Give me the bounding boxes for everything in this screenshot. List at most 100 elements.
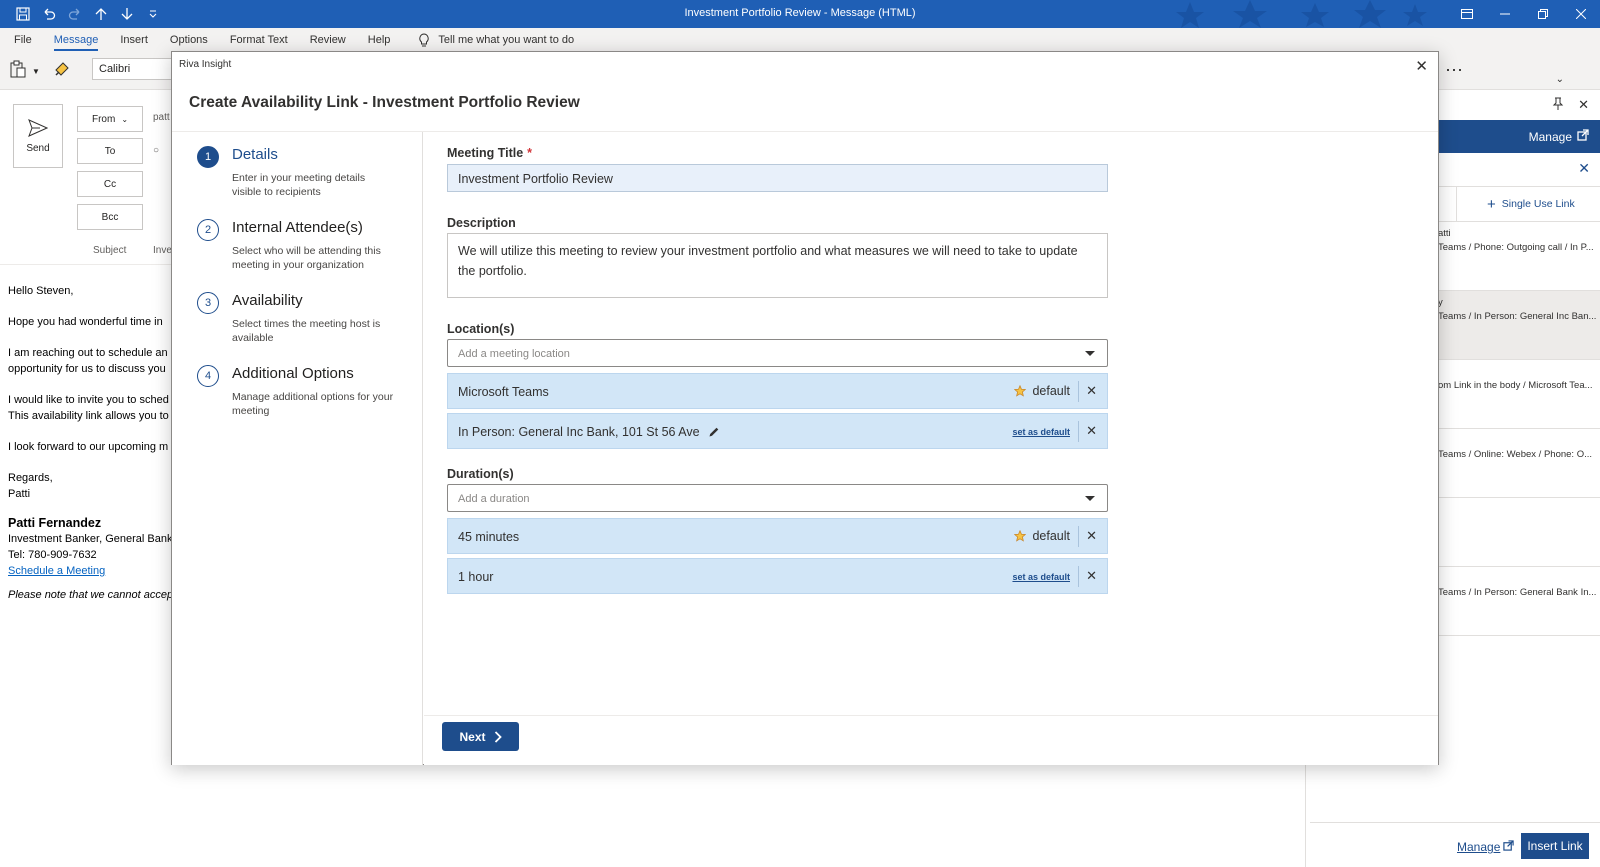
pane-manage-label: Manage — [1528, 129, 1572, 144]
send-button[interactable]: Send — [13, 104, 63, 168]
minimize-icon[interactable] — [1486, 0, 1524, 28]
step-description: Select who will be attending this meetin… — [232, 245, 381, 271]
wizard-steps: 1 Details Enter in your meeting details … — [172, 132, 423, 765]
remove-location-icon[interactable]: ✕ — [1086, 383, 1097, 399]
body-greeting: Hello Steven, — [8, 285, 74, 297]
tell-me-text: Tell me what you want to do — [438, 34, 575, 46]
chevron-down-icon — [1085, 496, 1095, 501]
required-mark: * — [527, 146, 533, 160]
external-link-icon — [1577, 129, 1589, 144]
close-window-icon[interactable] — [1562, 0, 1600, 28]
step-title: Availability — [232, 292, 303, 309]
chevron-right-icon — [494, 730, 502, 743]
location-entry: In Person: General Inc Bank, 101 St 56 A… — [458, 425, 720, 439]
tab-options[interactable]: Options — [170, 28, 208, 52]
body-closing: Regards, — [8, 472, 53, 484]
description-label: Description — [447, 216, 516, 230]
step-description: Manage additional options for your meeti… — [232, 391, 394, 417]
duration-name: 45 minutes — [458, 530, 520, 544]
duration-placeholder: Add a duration — [458, 493, 530, 505]
meeting-title-input[interactable]: Investment Portfolio Review — [447, 164, 1108, 192]
tab-help[interactable]: Help — [368, 28, 391, 52]
header-divider — [0, 264, 172, 265]
signature-name: Patti Fernandez — [8, 516, 102, 530]
pin-icon[interactable] — [1552, 97, 1564, 114]
clear-icon[interactable]: ✕ — [1578, 160, 1590, 177]
tab-format-text[interactable]: Format Text — [230, 28, 288, 52]
star-icon — [1014, 385, 1027, 397]
remove-duration-icon[interactable]: ✕ — [1086, 568, 1097, 584]
description-textarea[interactable]: We will utilize this meeting to review y… — [447, 233, 1108, 298]
tab-insert[interactable]: Insert — [120, 28, 148, 52]
locations-label: Location(s) — [447, 322, 515, 336]
body-closing-name: Patti — [8, 488, 31, 500]
remove-duration-icon[interactable]: ✕ — [1086, 528, 1097, 544]
duration-chip: 45 minutes default ✕ — [447, 518, 1108, 554]
dialog-app-name: Riva Insight — [179, 59, 232, 70]
paste-icon[interactable] — [10, 60, 26, 83]
signature-phone: Tel: 780-909-7632 — [8, 549, 97, 561]
subject-label: Subject — [93, 245, 127, 256]
body-line: This availability link allows you to — [8, 410, 169, 422]
step-description: Enter in your meeting details visible to… — [232, 172, 366, 198]
step-number: 1 — [197, 146, 219, 168]
font-name-box[interactable]: Calibri — [92, 58, 172, 80]
cc-button[interactable]: Cc — [77, 171, 143, 197]
restore-icon[interactable] — [1524, 0, 1562, 28]
more-options-icon[interactable]: ⋯ — [1445, 60, 1464, 81]
tab-file[interactable]: File — [14, 28, 32, 52]
set-as-default-link[interactable]: set as default — [1012, 572, 1070, 582]
signature-title: Investment Banker, General Bank — [8, 533, 173, 545]
ribbon-display-icon[interactable] — [1448, 0, 1486, 28]
chevron-down-icon: ⌄ — [121, 114, 129, 124]
send-icon — [28, 118, 48, 137]
step-title: Additional Options — [232, 365, 354, 382]
single-use-link-button[interactable]: + Single Use Link — [1456, 187, 1600, 221]
schedule-meeting-link[interactable]: Schedule a Meeting — [8, 563, 173, 579]
tab-message[interactable]: Message — [53, 28, 98, 52]
location-dropdown[interactable]: Add a meeting location — [447, 339, 1108, 367]
location-placeholder: Add a meeting location — [458, 348, 570, 360]
pencil-icon[interactable] — [708, 426, 720, 438]
window-titlebar: Investment Portfolio Review - Message (H… — [0, 0, 1600, 28]
close-icon[interactable]: ✕ — [1415, 57, 1428, 75]
body-line: I look forward to our upcoming m — [8, 441, 169, 453]
insert-link-button[interactable]: Insert Link — [1521, 833, 1589, 859]
disclaimer-note: Please note that we cannot accep — [8, 589, 173, 601]
default-indicator: default — [1014, 529, 1070, 543]
to-button[interactable]: To — [77, 138, 143, 164]
duration-name: 1 hour — [458, 570, 494, 584]
chevron-down-icon[interactable]: ▼ — [32, 67, 40, 76]
body-line: I am reaching out to schedule an — [8, 347, 168, 359]
from-button[interactable]: From ⌄ — [77, 106, 143, 132]
window-controls — [1448, 0, 1600, 28]
single-use-link-label: Single Use Link — [1501, 198, 1575, 210]
location-chip: In Person: General Inc Bank, 101 St 56 A… — [447, 413, 1108, 449]
remove-location-icon[interactable]: ✕ — [1086, 423, 1097, 439]
duration-dropdown[interactable]: Add a duration — [447, 484, 1108, 512]
body-line: opportunity for us to discuss you — [8, 363, 166, 375]
bcc-button[interactable]: Bcc — [77, 204, 143, 230]
manage-link[interactable]: Manage — [1457, 840, 1515, 854]
duration-chip: 1 hour set as default ✕ — [447, 558, 1108, 594]
tab-review[interactable]: Review — [310, 28, 346, 52]
tell-me-search[interactable]: Tell me what you want to do — [418, 33, 574, 47]
location-name: In Person: General Inc Bank, 101 St 56 A… — [458, 425, 700, 439]
dialog-footer: Next — [424, 715, 1438, 765]
plus-icon: + — [1487, 195, 1496, 213]
titlebar-decoration — [1130, 0, 1430, 28]
default-indicator: default — [1014, 384, 1070, 398]
format-painter-icon[interactable] — [54, 61, 70, 82]
to-field-radio[interactable]: ○ — [153, 145, 159, 156]
step-number: 4 — [197, 365, 219, 387]
set-as-default-link[interactable]: set as default — [1012, 427, 1070, 437]
subject-input[interactable]: Inve — [153, 245, 172, 256]
close-pane-icon[interactable]: ✕ — [1578, 97, 1589, 113]
dialog-title: Create Availability Link - Investment Po… — [189, 94, 580, 111]
ribbon-tabs: File Message Insert Options Format Text … — [0, 28, 1600, 52]
email-body[interactable]: Hello Steven, Hope you had wonderful tim… — [8, 283, 173, 603]
step-number: 2 — [197, 219, 219, 241]
durations-label: Duration(s) — [447, 467, 514, 481]
collapse-ribbon-icon[interactable]: ⌄ — [1556, 74, 1564, 85]
next-button[interactable]: Next — [442, 722, 519, 751]
